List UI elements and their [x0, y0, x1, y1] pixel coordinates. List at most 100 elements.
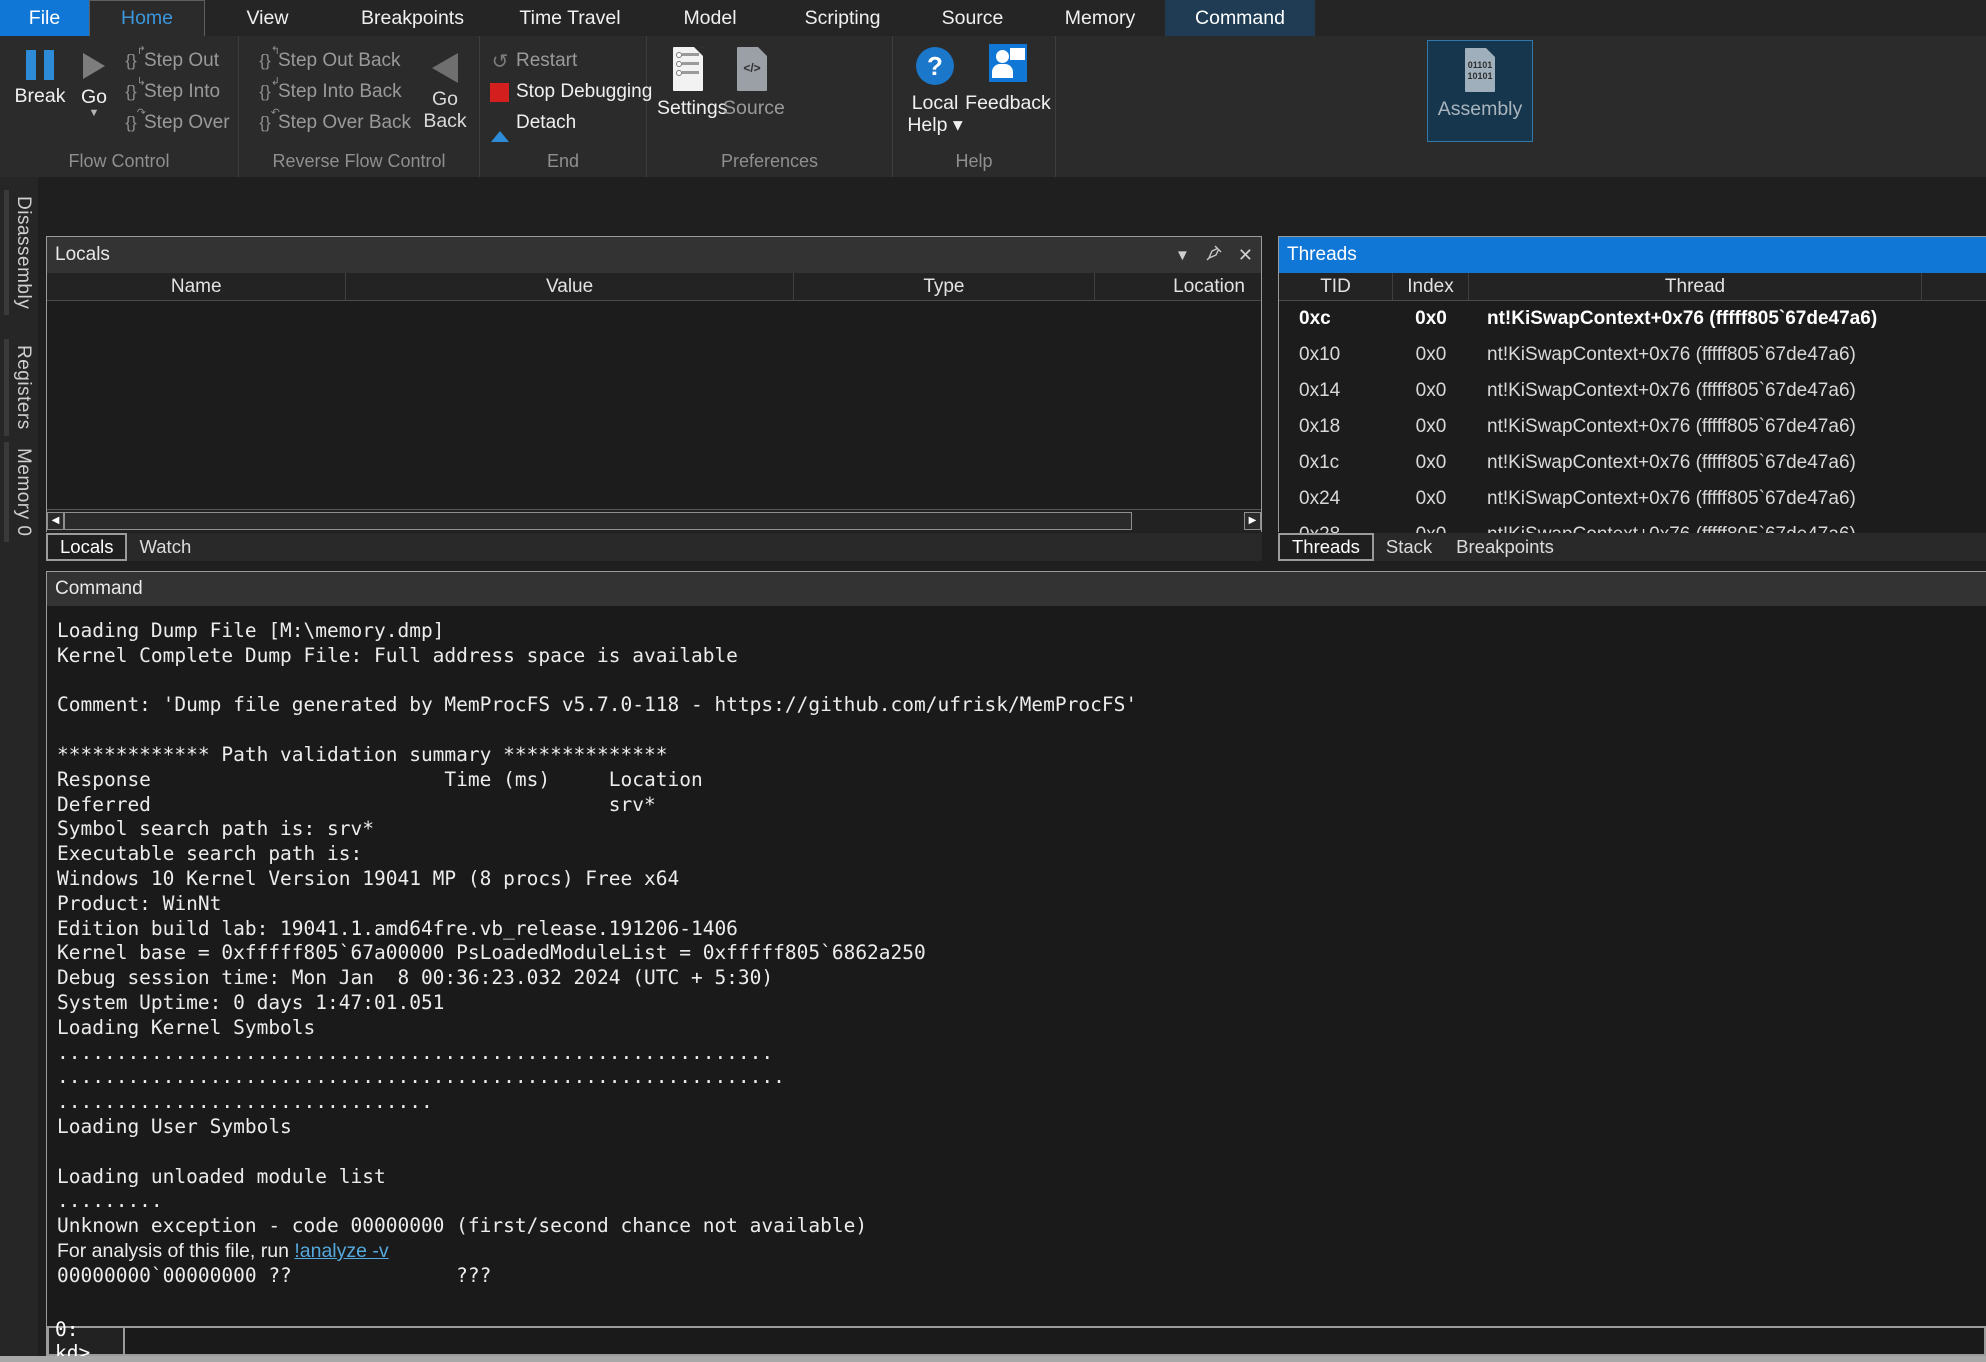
locals-body[interactable]	[47, 301, 1261, 509]
column-header-type[interactable]: Type	[794, 273, 1095, 300]
window-bottom-edge	[0, 1356, 1986, 1362]
console-line: Windows 10 Kernel Version 19041 MP (8 pr…	[57, 867, 1986, 892]
assembly-button[interactable]: 0110110101 Assembly	[1427, 40, 1533, 142]
tab-source[interactable]: Source	[910, 0, 1035, 36]
console-line: ........................................…	[57, 1041, 1986, 1066]
restart-button[interactable]: ↺ Restart	[488, 48, 577, 74]
column-header-empty	[1922, 273, 1986, 300]
step-into-icon: {}↳	[118, 82, 144, 102]
console-line: Product: WinNt	[57, 892, 1986, 917]
kd-prompt-label: 0: kd>	[47, 1326, 125, 1356]
locals-column-headers: Name Value Type Location	[47, 273, 1261, 301]
tab-home[interactable]: Home	[89, 0, 205, 36]
console-line: Deferred srv*	[57, 793, 1986, 818]
go-button[interactable]: Go ▼	[70, 53, 118, 118]
left-dock-bar: Disassembly Registers Memory 0	[0, 177, 38, 1362]
locals-horizontal-scrollbar[interactable]: ◀ ▶	[47, 509, 1261, 532]
play-icon	[83, 53, 105, 79]
go-back-button[interactable]: Go Back	[417, 53, 473, 132]
column-header-location[interactable]: Location	[1095, 273, 1261, 300]
step-into-button[interactable]: {}↳ Step Into	[118, 79, 220, 105]
group-label-end: End	[480, 151, 646, 172]
sidebar-item-registers[interactable]: Registers	[4, 339, 34, 436]
detach-button[interactable]: Detach	[488, 110, 576, 136]
console-line: Kernel base = 0xfffff805`67a00000 PsLoad…	[57, 941, 1986, 966]
command-input[interactable]	[125, 1326, 1986, 1356]
pin-icon[interactable]	[1206, 245, 1222, 265]
console-line: Loading Dump File [M:\memory.dmp]	[57, 619, 1986, 644]
step-out-button[interactable]: {}↱ Step Out	[118, 48, 219, 74]
thread-row[interactable]: 0x1c0x0nt!KiSwapContext+0x76 (fffff805`6…	[1279, 445, 1986, 481]
settings-button[interactable]: Settings	[657, 47, 719, 119]
scrollbar-thumb[interactable]	[64, 512, 1132, 530]
group-preferences: Settings </> Source 0110110101 Assembly …	[647, 36, 893, 177]
thread-row[interactable]: 0x280x0nt!KiSwapContext+0x76 (fffff805`6…	[1279, 517, 1986, 534]
console-line	[57, 669, 1986, 694]
chevron-down-icon[interactable]: ▼	[1175, 247, 1190, 264]
thread-row[interactable]: 0x180x0nt!KiSwapContext+0x76 (fffff805`6…	[1279, 409, 1986, 445]
group-help: ? Local Help ▾ Feedback Help	[893, 36, 1056, 177]
group-label-flow-control: Flow Control	[0, 151, 238, 172]
locals-panel: Locals ▼ ✕ Name Value Type Location	[46, 236, 1262, 532]
tab-breakpoints[interactable]: Breakpoints	[330, 0, 495, 36]
tab-file[interactable]: File	[0, 0, 89, 36]
feedback-button[interactable]: Feedback	[965, 44, 1051, 114]
tab-memory[interactable]: Memory	[1035, 0, 1165, 36]
command-title-bar[interactable]: Command	[47, 572, 1986, 606]
local-help-button[interactable]: ? Local Help ▾	[902, 47, 968, 136]
console-line: Kernel Complete Dump File: Full address …	[57, 644, 1986, 669]
column-header-name[interactable]: Name	[47, 273, 346, 300]
console-line: 00000000`00000000 ?? ???	[57, 1264, 1986, 1289]
tab-model[interactable]: Model	[645, 0, 775, 36]
tab-threads[interactable]: Threads	[1278, 533, 1374, 561]
scroll-right-button[interactable]: ▶	[1244, 512, 1261, 530]
eject-icon	[488, 114, 512, 132]
assembly-icon: 0110110101	[1465, 48, 1495, 92]
column-header-tid[interactable]: TID	[1279, 273, 1393, 300]
step-out-icon: {}↱	[118, 51, 144, 71]
scroll-left-button[interactable]: ◀	[47, 512, 64, 530]
break-button[interactable]: Break	[8, 50, 72, 107]
analyze-link[interactable]: !analyze -v	[294, 1240, 388, 1262]
locals-title: Locals	[55, 244, 110, 266]
console-line: Edition build lab: 19041.1.amd64fre.vb_r…	[57, 917, 1986, 942]
console-line	[57, 1140, 1986, 1165]
locals-title-bar[interactable]: Locals ▼ ✕	[47, 237, 1261, 273]
tab-stack[interactable]: Stack	[1374, 533, 1444, 561]
tab-time-travel[interactable]: Time Travel	[495, 0, 645, 36]
step-over-back-button[interactable]: {}↶ Step Over Back	[252, 110, 411, 136]
thread-row[interactable]: 0xc0x0nt!KiSwapContext+0x76 (fffff805`67…	[1279, 301, 1986, 337]
tab-view[interactable]: View	[205, 0, 330, 36]
tab-locals[interactable]: Locals	[46, 533, 127, 561]
thread-row[interactable]: 0x140x0nt!KiSwapContext+0x76 (fffff805`6…	[1279, 373, 1986, 409]
step-out-back-button[interactable]: {}↰ Step Out Back	[252, 48, 401, 74]
column-header-value[interactable]: Value	[346, 273, 793, 300]
column-header-index[interactable]: Index	[1393, 273, 1469, 300]
thread-row[interactable]: 0x100x0nt!KiSwapContext+0x76 (fffff805`6…	[1279, 337, 1986, 373]
close-icon[interactable]: ✕	[1238, 245, 1253, 266]
column-header-thread[interactable]: Thread	[1469, 273, 1922, 300]
console-line: ........................................…	[57, 1065, 1986, 1090]
group-flow-control: Break Go ▼ {}↱ Step Out {}↳ Step Into {}…	[0, 36, 239, 177]
stop-icon	[490, 83, 509, 102]
ribbon-tab-bar: File Home View Breakpoints Time Travel M…	[0, 0, 1986, 36]
tab-scripting[interactable]: Scripting	[775, 0, 910, 36]
client-area: Disassembly Registers Memory 0 Locals ▼ …	[0, 177, 1986, 1362]
tab-breakpoints[interactable]: Breakpoints	[1444, 533, 1566, 561]
console-line: Symbol search path is: srv*	[57, 817, 1986, 842]
console-line: Loading Kernel Symbols	[57, 1016, 1986, 1041]
step-out-back-icon: {}↰	[252, 51, 278, 71]
tab-watch[interactable]: Watch	[127, 533, 203, 561]
console-output[interactable]: Loading Dump File [M:\memory.dmp]Kernel …	[47, 606, 1986, 1326]
thread-row[interactable]: 0x240x0nt!KiSwapContext+0x76 (fffff805`6…	[1279, 481, 1986, 517]
sidebar-item-memory-0[interactable]: Memory 0	[4, 442, 34, 542]
tab-command[interactable]: Command	[1165, 0, 1315, 36]
step-over-icon: {}↷	[118, 113, 144, 133]
threads-title-bar[interactable]: Threads	[1279, 237, 1986, 273]
stop-debugging-button[interactable]: Stop Debugging	[488, 79, 652, 105]
source-button[interactable]: </> Source	[723, 47, 781, 119]
sidebar-item-disassembly[interactable]: Disassembly	[4, 190, 34, 315]
step-over-button[interactable]: {}↷ Step Over	[118, 110, 230, 136]
step-into-back-button[interactable]: {}↲ Step Into Back	[252, 79, 402, 105]
windbg-window: File Home View Breakpoints Time Travel M…	[0, 0, 1986, 1362]
